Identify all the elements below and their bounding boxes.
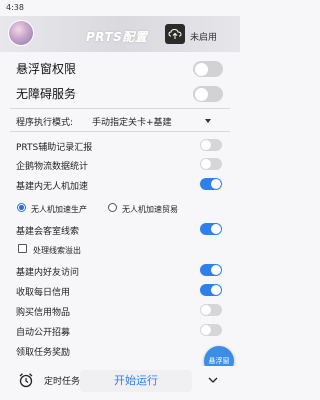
floating-window-permission-row[interactable]: 悬浮窗权限 <box>0 58 240 78</box>
reception-clue-row[interactable]: 基建会客室线索 <box>0 222 240 237</box>
penguin-stats-label: 企鹅物流数据统计 <box>16 162 89 172</box>
prts-report-label: PRTS辅助记录汇报 <box>16 143 93 153</box>
update-icon[interactable] <box>165 24 185 44</box>
execution-mode-value[interactable]: 手动指定关卡+基建 <box>92 115 172 128</box>
auto-recruit-row[interactable]: 自动公开招募 <box>0 323 240 338</box>
daily-credit-toggle[interactable] <box>200 284 222 296</box>
dropdown-arrow-icon[interactable] <box>205 119 211 123</box>
scheduled-task-label[interactable]: 定时任务 <box>44 374 80 387</box>
bottom-bar: 定时任务 开始运行 <box>0 366 240 400</box>
accessibility-service-label: 无障碍服务 <box>16 87 77 101</box>
buy-credit-items-toggle[interactable] <box>200 304 222 316</box>
drone-accelerate-toggle[interactable] <box>200 178 222 190</box>
friend-visit-label: 基建内好友访问 <box>16 268 80 278</box>
buy-credit-items-label: 购买信用物品 <box>16 308 71 318</box>
drone-trade-label[interactable]: 无人机加速贸易 <box>122 204 178 215</box>
app-title: PRTS配置 <box>86 30 148 44</box>
divider <box>10 131 230 132</box>
reception-clue-toggle[interactable] <box>200 223 222 235</box>
accessibility-service-toggle[interactable] <box>193 86 223 102</box>
penguin-stats-toggle[interactable] <box>200 158 222 170</box>
avatar[interactable] <box>8 20 34 46</box>
drone-trade-radio[interactable] <box>108 203 117 212</box>
friend-visit-toggle[interactable] <box>200 264 222 276</box>
drone-accelerate-row[interactable]: 基建内无人机加速 <box>0 177 240 192</box>
drone-accelerate-label: 基建内无人机加速 <box>16 182 89 192</box>
floating-window-permission-label: 悬浮窗权限 <box>16 62 77 76</box>
clue-overflow-label[interactable]: 处理线索溢出 <box>33 245 81 256</box>
status-bar: 4:38 <box>0 0 240 16</box>
buy-credit-items-row[interactable]: 购买信用物品 <box>0 303 240 318</box>
start-run-button[interactable]: 开始运行 <box>80 370 192 392</box>
reception-clue-label: 基建会客室线索 <box>16 227 80 237</box>
prts-report-toggle[interactable] <box>200 139 222 151</box>
auto-recruit-toggle[interactable] <box>200 324 222 336</box>
divider <box>10 108 230 109</box>
daily-credit-row[interactable]: 收取每日信用 <box>0 283 240 298</box>
alarm-clock-icon[interactable] <box>18 372 34 391</box>
prts-report-row[interactable]: PRTS辅助记录汇报 <box>0 138 240 153</box>
clue-overflow-checkbox[interactable] <box>18 244 27 253</box>
status-time: 4:38 <box>6 3 24 12</box>
daily-credit-label: 收取每日信用 <box>16 288 71 298</box>
auto-recruit-label: 自动公开招募 <box>16 328 71 338</box>
execution-mode-label: 程序执行模式: <box>16 118 74 128</box>
drone-production-radio[interactable] <box>17 203 26 212</box>
penguin-stats-row[interactable]: 企鹅物流数据统计 <box>0 157 240 172</box>
friend-visit-row[interactable]: 基建内好友访问 <box>0 263 240 278</box>
floating-window-permission-toggle[interactable] <box>193 61 223 77</box>
chevron-down-icon[interactable] <box>208 377 218 387</box>
update-status-label: 未启用 <box>190 33 218 43</box>
accessibility-service-row[interactable]: 无障碍服务 <box>0 83 240 103</box>
execution-mode-selector[interactable]: 程序执行模式: 手动指定关卡+基建 <box>0 112 240 128</box>
drone-production-label[interactable]: 无人机加速生产 <box>31 204 87 215</box>
task-reward-label: 领取任务奖励 <box>16 348 71 358</box>
app-header: PRTS配置 未启用 <box>0 16 240 52</box>
